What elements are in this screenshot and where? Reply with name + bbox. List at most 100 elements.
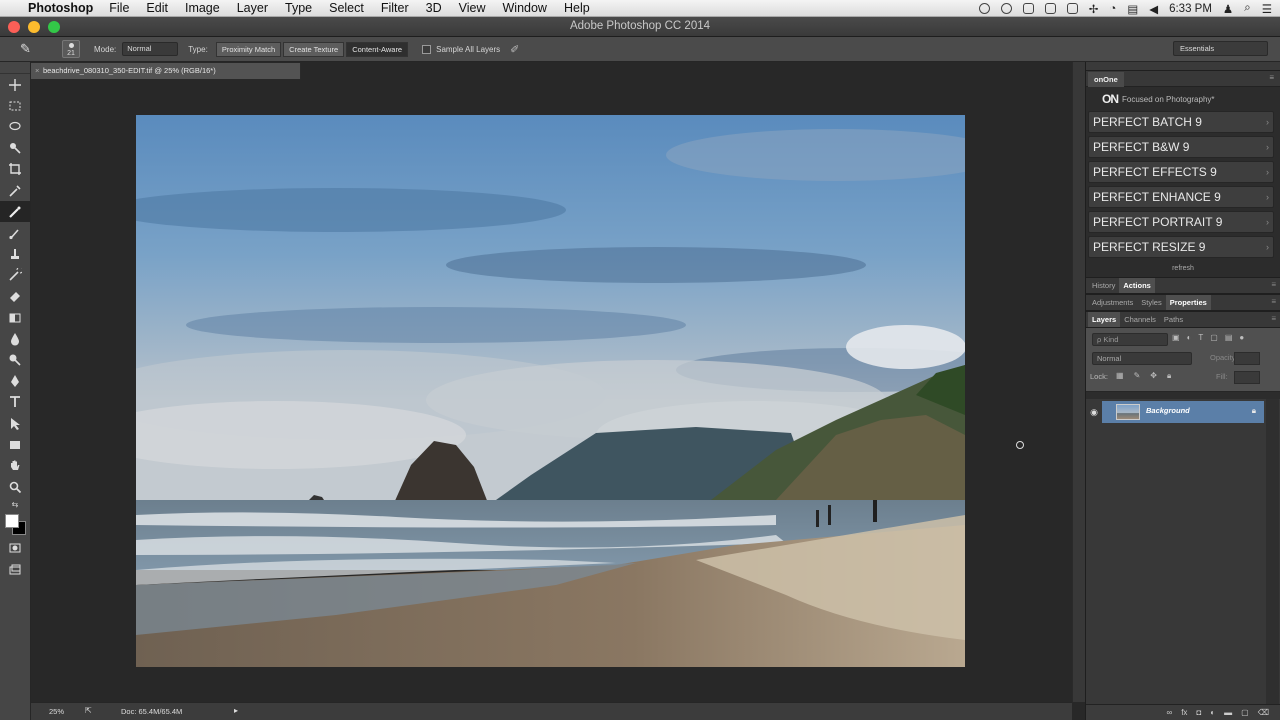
mode-dropdown[interactable]: Normal (122, 42, 179, 56)
pixel-filter-icon[interactable]: ▣ (1172, 333, 1180, 342)
menu-file[interactable]: File (109, 1, 129, 15)
visibility-eye-icon[interactable]: ◉ (1086, 401, 1102, 423)
brush-size-picker[interactable]: 21 (62, 40, 80, 58)
shape-filter-icon[interactable]: ▢ (1210, 333, 1218, 342)
quick-selection-tool-icon[interactable] (0, 138, 30, 159)
type-filter-icon[interactable]: T (1198, 333, 1203, 342)
filter-toggle-icon[interactable]: ● (1239, 333, 1244, 342)
menu-view[interactable]: View (459, 1, 486, 15)
menu-3d[interactable]: 3D (426, 1, 442, 15)
wifi-icon[interactable]: ◔ (1109, 3, 1116, 15)
tab-styles[interactable]: Styles (1137, 295, 1165, 310)
lock-image-icon[interactable]: ✎ (1134, 371, 1141, 381)
layer-row-background[interactable]: ◉ Background 🔒︎ (1086, 401, 1264, 423)
export-icon[interactable]: ⇱ (85, 706, 92, 715)
notification-icon[interactable]: ☰ (1262, 2, 1272, 16)
path-selection-tool-icon[interactable] (0, 413, 30, 434)
clone-stamp-tool-icon[interactable] (0, 244, 30, 265)
perfect-effects-button[interactable]: PERFECT EFFECTS 9 › (1088, 161, 1274, 183)
camera-icon[interactable] (1066, 3, 1078, 14)
menu-edit[interactable]: Edit (146, 1, 168, 15)
tools-panel-grip[interactable] (0, 62, 30, 74)
link-layers-icon[interactable]: ∞ (1167, 708, 1173, 717)
add-mask-icon[interactable]: ◘ (1196, 708, 1201, 717)
lock-all-icon[interactable]: 🔒︎ (1167, 371, 1171, 381)
spot-healing-brush-icon[interactable]: ✎ (20, 41, 42, 57)
bluetooth-icon[interactable]: ✢ (1089, 2, 1099, 16)
content-aware-button[interactable]: Content-Aware (346, 41, 409, 57)
onone-panel-menu-icon[interactable]: ≡ (1269, 73, 1274, 82)
perfect-resize-button[interactable]: PERFECT RESIZE 9 › (1088, 236, 1274, 258)
layers-scrollbar[interactable] (1266, 399, 1279, 704)
sample-all-layers-checkbox[interactable] (422, 44, 432, 54)
type-tool-icon[interactable] (0, 392, 30, 413)
layer-style-icon[interactable]: fx (1181, 708, 1187, 717)
tab-adjustments[interactable]: Adjustments (1088, 295, 1137, 310)
timemachine-icon[interactable] (978, 3, 990, 14)
menu-image[interactable]: Image (185, 1, 220, 15)
tab-history[interactable]: History (1088, 278, 1119, 293)
zoom-tool-icon[interactable] (0, 477, 30, 498)
flag-icon[interactable]: ▤ (1127, 2, 1138, 16)
pressure-brush-icon[interactable]: ✐ (510, 43, 519, 56)
menu-layer[interactable]: Layer (237, 1, 268, 15)
perfect-batch-button[interactable]: PERFECT BATCH 9 › (1088, 111, 1274, 133)
onone-tab[interactable]: onOne (1088, 72, 1124, 87)
menu-clock[interactable]: 6:33 PM (1169, 3, 1212, 15)
foreground-color-swatch[interactable] (5, 513, 19, 528)
sync-icon[interactable] (1000, 3, 1012, 14)
panel-menu-icon[interactable]: ≡ (1271, 297, 1276, 306)
perfect-portrait-button[interactable]: PERFECT PORTRAIT 9 › (1088, 211, 1274, 233)
spot-healing-tool-icon[interactable] (0, 201, 30, 223)
canvas-area[interactable] (31, 79, 1072, 702)
spotlight-icon[interactable]: ⌕ (1244, 2, 1250, 15)
perfect-enhance-button[interactable]: PERFECT ENHANCE 9 › (1088, 186, 1274, 208)
blend-mode-dropdown[interactable]: Normal (1092, 352, 1192, 365)
onone-refresh-link[interactable]: refresh (1086, 261, 1280, 277)
document-canvas-image[interactable] (136, 115, 965, 667)
rectangle-tool-icon[interactable] (0, 434, 30, 455)
menu-select[interactable]: Select (329, 1, 364, 15)
perfect-bw-button[interactable]: PERFECT B&W 9 › (1088, 136, 1274, 158)
fill-field[interactable] (1234, 371, 1260, 384)
marquee-tool-icon[interactable] (0, 95, 30, 116)
eraser-tool-icon[interactable] (0, 286, 30, 307)
smart-object-filter-icon[interactable]: ▤ (1225, 333, 1233, 342)
proximity-match-button[interactable]: Proximity Match (215, 41, 282, 57)
delete-layer-icon[interactable]: ⌫ (1258, 708, 1269, 717)
eyedropper-tool-icon[interactable] (0, 180, 30, 201)
dodge-tool-icon[interactable] (0, 349, 30, 370)
history-brush-tool-icon[interactable] (0, 265, 30, 286)
volume-icon[interactable]: ◀ (1149, 2, 1158, 16)
document-close-icon[interactable]: × (35, 63, 39, 79)
zoom-level[interactable]: 25% (49, 707, 64, 716)
adjustment-filter-icon[interactable]: ◐ (1187, 333, 1192, 342)
canvas-vertical-scrollbar[interactable] (1072, 62, 1085, 702)
window-icon[interactable] (1022, 3, 1034, 14)
menu-window[interactable]: Window (503, 1, 547, 15)
workspace-dropdown[interactable]: Essentials (1173, 41, 1268, 56)
menu-type[interactable]: Type (285, 1, 312, 15)
swap-colors-icon[interactable]: ⇆ (0, 498, 30, 512)
blur-tool-icon[interactable] (0, 328, 30, 349)
menu-help[interactable]: Help (564, 1, 590, 15)
brush-tool-icon[interactable] (0, 222, 30, 243)
quick-mask-icon[interactable] (0, 538, 30, 559)
user-icon[interactable]: ♟ (1223, 2, 1233, 16)
hand-tool-icon[interactable] (0, 455, 30, 476)
new-layer-icon[interactable]: ▢ (1241, 708, 1249, 717)
screen-mode-icon[interactable] (0, 559, 30, 580)
panel-menu-icon[interactable]: ≡ (1271, 280, 1276, 289)
new-adjustment-icon[interactable]: ◐ (1210, 708, 1215, 717)
status-menu-arrow-icon[interactable]: ▸ (234, 706, 238, 715)
tab-channels[interactable]: Channels (1120, 312, 1160, 327)
lasso-tool-icon[interactable] (0, 116, 30, 137)
menu-app-photoshop[interactable]: Photoshop (28, 1, 93, 15)
tab-layers[interactable]: Layers (1088, 312, 1121, 327)
create-texture-button[interactable]: Create Texture (283, 41, 345, 57)
new-group-icon[interactable]: ▬ (1224, 708, 1232, 717)
lock-transparent-icon[interactable]: ▦ (1116, 371, 1124, 381)
color-swatches[interactable] (0, 512, 30, 538)
kind-filter-dropdown[interactable]: ρ Kind (1092, 333, 1168, 346)
doc-size-info[interactable]: Doc: 65.4M/65.4M (121, 707, 182, 716)
